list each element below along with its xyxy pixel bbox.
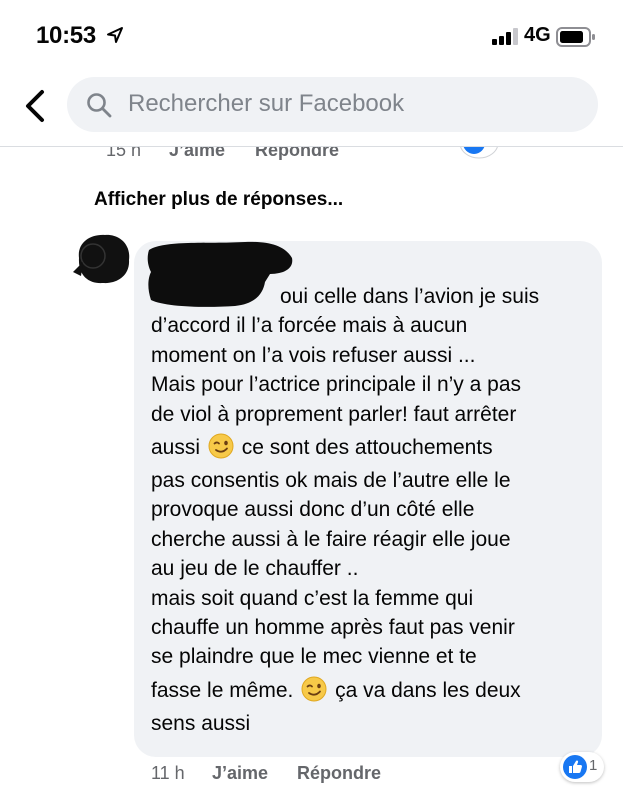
more-replies-link[interactable]: Afficher plus de réponses... bbox=[94, 189, 343, 211]
previous-comment-time: 15 h bbox=[106, 147, 142, 160]
previous-comment-actions: 15 h J’aime Répondre bbox=[106, 147, 506, 161]
comment-line: oui celle dans l’avion je suis bbox=[280, 285, 540, 308]
search-icon bbox=[87, 93, 112, 118]
comment-line: sens aussi bbox=[151, 711, 251, 735]
clock: 10:53 bbox=[36, 22, 96, 49]
reply-button[interactable]: Répondre bbox=[297, 763, 381, 784]
comment-line: provoque aussi donc d’un côté elle bbox=[151, 498, 475, 522]
winking-face-icon bbox=[301, 676, 327, 702]
network-type: 4G bbox=[524, 24, 551, 46]
battery-icon bbox=[556, 27, 595, 47]
comment-line: chauffe un homme après faut pas venir bbox=[151, 615, 515, 639]
reaction-count: 1 bbox=[589, 757, 598, 774]
thumbs-up-icon bbox=[563, 755, 587, 779]
comment-line: pas consentis ok mais de l’autre elle le bbox=[151, 468, 511, 492]
comment-line-part: ce sont des attouchements bbox=[235, 435, 493, 459]
comment-line: mais soit quand c’est la femme qui bbox=[151, 586, 474, 610]
cellular-signal-icon bbox=[492, 28, 518, 45]
comment-timestamp: 11 h bbox=[151, 763, 185, 783]
comment-line: Mais pour l’actrice principale il n’y a … bbox=[151, 373, 521, 397]
comment-line-part: ça va dans les deux bbox=[329, 678, 521, 702]
previous-reaction-badge[interactable] bbox=[459, 147, 499, 159]
like-button[interactable]: J’aime bbox=[212, 763, 268, 784]
location-arrow-icon bbox=[107, 27, 123, 43]
search-input[interactable]: Rechercher sur Facebook bbox=[67, 77, 598, 132]
previous-like-button[interactable]: J’aime bbox=[169, 147, 225, 161]
previous-reply-button[interactable]: Répondre bbox=[255, 147, 339, 161]
comment-line: moment on l’a vois refuser aussi ... bbox=[151, 343, 476, 367]
comment-line: se plaindre que le mec vienne et te bbox=[151, 645, 477, 669]
comment-text: oui celle dans l’avion je suis d’accord … bbox=[151, 282, 596, 738]
comment-line: au jeu de le chauffer .. bbox=[151, 557, 359, 581]
comment-line-part: aussi bbox=[151, 435, 206, 459]
winking-face-icon bbox=[208, 433, 234, 459]
comment-line: cherche aussi à le faire réagir elle jou… bbox=[151, 527, 511, 551]
comment-line: aussi ce sont des attouchements bbox=[151, 429, 596, 466]
avatar[interactable] bbox=[73, 232, 135, 286]
back-chevron-icon[interactable] bbox=[22, 88, 50, 124]
status-bar: 10:53 4G bbox=[0, 0, 623, 70]
reaction-badge[interactable]: 1 bbox=[560, 752, 604, 782]
comment-line: de viol à proprement parler! faut arrête… bbox=[151, 402, 517, 426]
comment-line: fasse le même. ça va dans les deux bbox=[151, 672, 596, 709]
search-placeholder: Rechercher sur Facebook bbox=[128, 90, 405, 117]
comment-line: d’accord il l’a forcée mais à aucun bbox=[151, 314, 468, 338]
comment-line-part: fasse le même. bbox=[151, 678, 300, 702]
